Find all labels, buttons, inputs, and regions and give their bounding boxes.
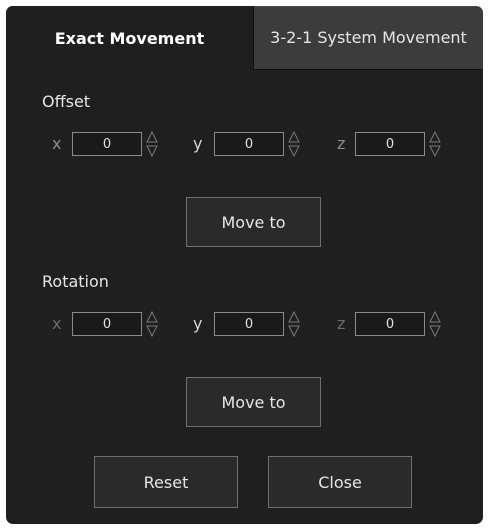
tab-321-system-movement[interactable]: 3-2-1 System Movement [253,6,483,70]
rotation-section-title: Rotation [42,272,109,291]
offset-x-field[interactable]: 0 [72,132,142,156]
offset-z-label: z [337,134,346,153]
rotation-x-spinner-icon[interactable] [146,309,158,339]
rotation-z-label: z [337,314,346,333]
offset-move-to-button[interactable]: Move to [186,197,321,247]
rotation-x-label: x [52,314,62,333]
offset-x-label: x [52,134,62,153]
offset-z-field[interactable]: 0 [355,132,425,156]
movement-dialog: Exact Movement 3-2-1 System Movement Off… [6,6,483,524]
rotation-y-label: y [193,314,203,333]
rotation-z-spinner-icon[interactable] [429,309,441,339]
rotation-y-spinner-icon[interactable] [288,309,300,339]
offset-y-field[interactable]: 0 [214,132,284,156]
reset-button[interactable]: Reset [94,456,238,508]
close-button[interactable]: Close [268,456,412,508]
offset-z-spinner-icon[interactable] [429,129,441,159]
rotation-x-field[interactable]: 0 [72,312,142,336]
tab-bar: Exact Movement 3-2-1 System Movement [6,6,483,70]
offset-y-spinner-icon[interactable] [288,129,300,159]
rotation-move-to-button[interactable]: Move to [186,377,321,427]
rotation-y-field[interactable]: 0 [214,312,284,336]
offset-section-title: Offset [42,92,91,111]
offset-y-label: y [193,134,203,153]
offset-x-spinner-icon[interactable] [146,129,158,159]
rotation-z-field[interactable]: 0 [355,312,425,336]
tab-exact-movement[interactable]: Exact Movement [6,6,253,70]
